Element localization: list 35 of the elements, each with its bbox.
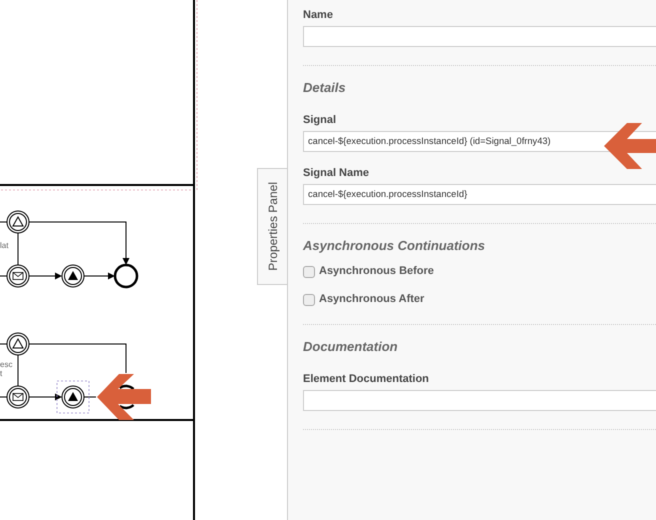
section-heading: Documentation (303, 339, 399, 354)
field-label: Signal Name (303, 167, 370, 180)
signal-event-icon[interactable] (6, 210, 30, 234)
event-label: esc (0, 360, 12, 369)
selection-outline (56, 380, 90, 414)
signal-throw-event-icon[interactable] (62, 386, 84, 408)
message-event-icon[interactable] (6, 386, 30, 408)
sequence-flow[interactable] (28, 394, 62, 400)
event-label: lat (0, 241, 8, 250)
event-label: t (0, 369, 2, 378)
section-heading: Details (303, 80, 347, 95)
input-field[interactable]: cancel-${execution.processInstanceId} (id=Signal_0frny43) (303, 131, 656, 152)
arrow-icon (604, 123, 656, 169)
message-event-icon[interactable] (6, 264, 30, 288)
section-heading: Asynchronous Continuations (303, 238, 486, 253)
arrow-icon (97, 374, 151, 420)
field-label: Name (303, 9, 333, 22)
sequence-flow[interactable] (84, 272, 115, 280)
checkbox[interactable] (303, 294, 315, 306)
sequence-flow[interactable] (28, 272, 62, 280)
checkbox[interactable] (303, 266, 315, 278)
field-label: Signal (303, 114, 336, 127)
checkbox-label: Asynchronous Before (319, 265, 434, 278)
end-event-icon[interactable] (114, 264, 138, 288)
signal-throw-event-icon[interactable] (62, 264, 84, 288)
end-event-icon[interactable] (118, 384, 135, 410)
signal-event-icon[interactable] (6, 332, 30, 356)
field-label: Element Documentation (303, 373, 429, 386)
input-field[interactable] (303, 26, 656, 47)
sequence-flow[interactable] (28, 222, 130, 265)
input-field[interactable]: cancel-${execution.processInstanceId} (303, 184, 656, 205)
properties-panel-tab[interactable]: Properties Panel (257, 168, 287, 285)
input-field[interactable] (303, 390, 656, 411)
checkbox-label: Asynchronous After (319, 293, 424, 306)
sequence-flow[interactable] (28, 344, 126, 374)
